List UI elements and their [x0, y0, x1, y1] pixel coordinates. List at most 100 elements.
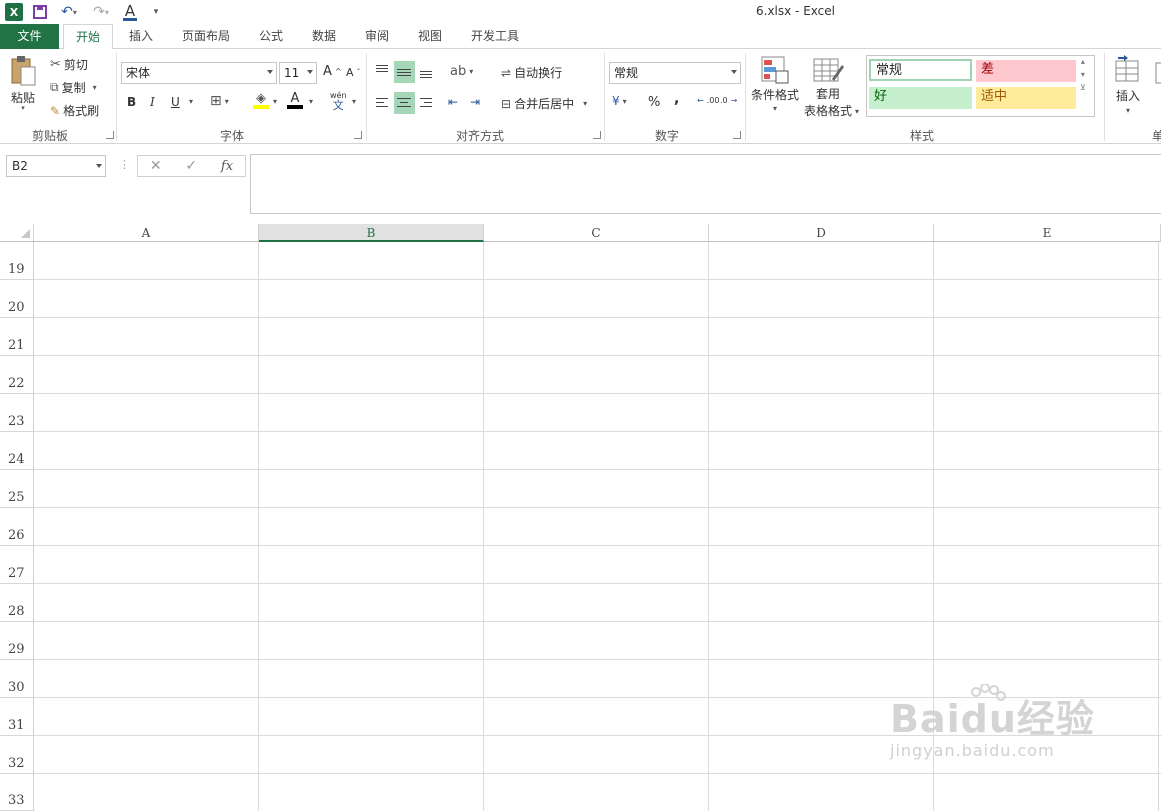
style-bad[interactable]: 差: [976, 60, 1076, 82]
row-header[interactable]: 23: [0, 394, 34, 432]
style-neutral[interactable]: 适中: [976, 87, 1076, 109]
scissors-icon: ✂: [50, 57, 61, 72]
delete-cells-icon[interactable]: [1154, 57, 1161, 87]
align-center-icon[interactable]: [394, 92, 415, 114]
increase-indent-icon[interactable]: ⇥: [470, 95, 480, 109]
bold-button[interactable]: B: [127, 95, 136, 109]
tab-page-layout[interactable]: 页面布局: [170, 24, 242, 49]
font-name-select[interactable]: 宋体: [121, 62, 277, 84]
more-styles-icon[interactable]: ⊻: [1080, 83, 1086, 92]
table-format-dropdown-icon[interactable]: ▾: [855, 107, 859, 116]
tab-insert[interactable]: 插入: [118, 24, 164, 49]
style-normal[interactable]: 常规: [869, 59, 972, 81]
more-icon[interactable]: ⋮: [119, 158, 130, 171]
tab-review[interactable]: 审阅: [354, 24, 400, 49]
formula-input[interactable]: [250, 154, 1161, 214]
name-box[interactable]: B2: [6, 155, 106, 177]
column-header-d[interactable]: D: [709, 224, 934, 242]
tab-view[interactable]: 视图: [407, 24, 453, 49]
row-header[interactable]: 27: [0, 546, 34, 584]
align-top-icon[interactable]: [373, 61, 391, 79]
underline-button[interactable]: U: [171, 95, 180, 109]
column-header-e[interactable]: E: [934, 224, 1161, 242]
table-format-label-2: 表格格式: [804, 104, 853, 118]
italic-button[interactable]: I: [150, 95, 155, 109]
row-header[interactable]: 32: [0, 736, 34, 774]
align-right-icon[interactable]: [417, 94, 435, 112]
font-launcher-icon[interactable]: [354, 131, 362, 139]
enter-icon[interactable]: ✓: [185, 158, 197, 174]
increase-decimal-button[interactable]: ← .00: [697, 96, 719, 105]
format-painter-button[interactable]: ✎ 格式刷: [50, 102, 99, 119]
insert-function-icon[interactable]: fx: [221, 159, 233, 174]
select-all-corner[interactable]: [0, 224, 34, 242]
tab-home[interactable]: 开始: [63, 24, 113, 50]
row-header[interactable]: 31: [0, 698, 34, 736]
cancel-icon[interactable]: ✕: [150, 158, 162, 174]
underline-dropdown-icon[interactable]: ▾: [189, 97, 193, 106]
format-as-table-button[interactable]: 套用 表格格式: [804, 55, 852, 119]
row-header[interactable]: 30: [0, 660, 34, 698]
row-header[interactable]: 20: [0, 280, 34, 318]
number-launcher-icon[interactable]: [733, 131, 741, 139]
fill-color-dropdown-icon[interactable]: ▾: [273, 97, 277, 106]
insert-cells-button[interactable]: 插入 ▾: [1114, 55, 1142, 115]
row-header[interactable]: 26: [0, 508, 34, 546]
row-header[interactable]: 28: [0, 584, 34, 622]
row-header[interactable]: 22: [0, 356, 34, 394]
conditional-formatting-label: 条件格式: [751, 88, 800, 102]
font-color-button-icon[interactable]: A: [287, 92, 303, 109]
percent-style-button[interactable]: %: [648, 95, 660, 110]
conditional-formatting-button[interactable]: 条件格式 ▾: [751, 55, 799, 113]
merge-center-button[interactable]: ⊟ 合并后居中 ▾: [501, 95, 587, 112]
fill-color-icon[interactable]: ◈: [253, 92, 269, 109]
row-header[interactable]: 25: [0, 470, 34, 508]
font-group-label: 字体: [219, 129, 244, 143]
row-header[interactable]: 29: [0, 622, 34, 660]
shrink-font-icon[interactable]: Aˇ: [346, 66, 361, 79]
column-header-a[interactable]: A: [34, 224, 259, 242]
scroll-down-icon[interactable]: ▾: [1081, 70, 1085, 79]
row-header[interactable]: 19: [0, 242, 34, 280]
row-header[interactable]: 33: [0, 774, 34, 811]
tab-developer[interactable]: 开发工具: [462, 24, 528, 49]
paste-button[interactable]: 粘贴 ▾: [8, 55, 38, 112]
merge-icon: ⊟: [501, 96, 512, 111]
ribbon-tabs: 文件 开始 插入 页面布局 公式 数据 审阅 视图 开发工具: [0, 24, 1161, 50]
row-header[interactable]: 21: [0, 318, 34, 356]
decrease-decimal-label: .0: [720, 96, 728, 105]
grow-font-icon[interactable]: A ^: [323, 64, 342, 79]
cut-button[interactable]: ✂ 剪切: [50, 56, 88, 73]
tab-data[interactable]: 数据: [301, 24, 347, 49]
font-color-dropdown-icon[interactable]: ▾: [309, 97, 313, 106]
decrease-decimal-button[interactable]: .0 →: [720, 96, 737, 105]
styles-scroll[interactable]: ▴ ▾ ⊻: [1080, 57, 1086, 92]
insert-cells-label: 插入: [1115, 89, 1140, 103]
wrap-text-button[interactable]: ⇌ 自动换行: [501, 64, 562, 81]
clipboard-launcher-icon[interactable]: [106, 131, 114, 139]
orientation-icon[interactable]: ab ▾: [450, 64, 473, 79]
increase-decimal-label: .00: [706, 96, 720, 105]
number-format-select[interactable]: 常规: [609, 62, 741, 84]
alignment-launcher-icon[interactable]: [593, 131, 601, 139]
align-bottom-icon[interactable]: [417, 61, 435, 79]
pinyin-guide-button[interactable]: wén 文: [330, 91, 347, 111]
font-name-value: 宋体: [126, 66, 151, 80]
align-middle-icon[interactable]: [394, 61, 415, 83]
copy-button[interactable]: ⧉ 复制 ▾: [50, 79, 97, 96]
decrease-indent-icon[interactable]: ⇤: [448, 95, 458, 109]
accounting-format-icon[interactable]: ¥ ▾: [612, 94, 627, 108]
scroll-up-icon[interactable]: ▴: [1081, 57, 1085, 66]
comma-style-button[interactable]: ,: [674, 91, 679, 107]
name-box-value: B2: [12, 159, 28, 173]
border-icon[interactable]: ⊞ ▾: [210, 93, 229, 109]
pinyin-dropdown-icon[interactable]: ▾: [352, 97, 356, 106]
tab-formulas[interactable]: 公式: [248, 24, 294, 49]
column-header-b[interactable]: B: [259, 224, 484, 242]
style-good[interactable]: 好: [869, 87, 972, 109]
tab-file[interactable]: 文件: [0, 24, 59, 49]
row-header[interactable]: 24: [0, 432, 34, 470]
column-header-c[interactable]: C: [484, 224, 709, 242]
font-size-select[interactable]: 11: [279, 62, 317, 84]
align-left-icon[interactable]: [373, 94, 391, 112]
